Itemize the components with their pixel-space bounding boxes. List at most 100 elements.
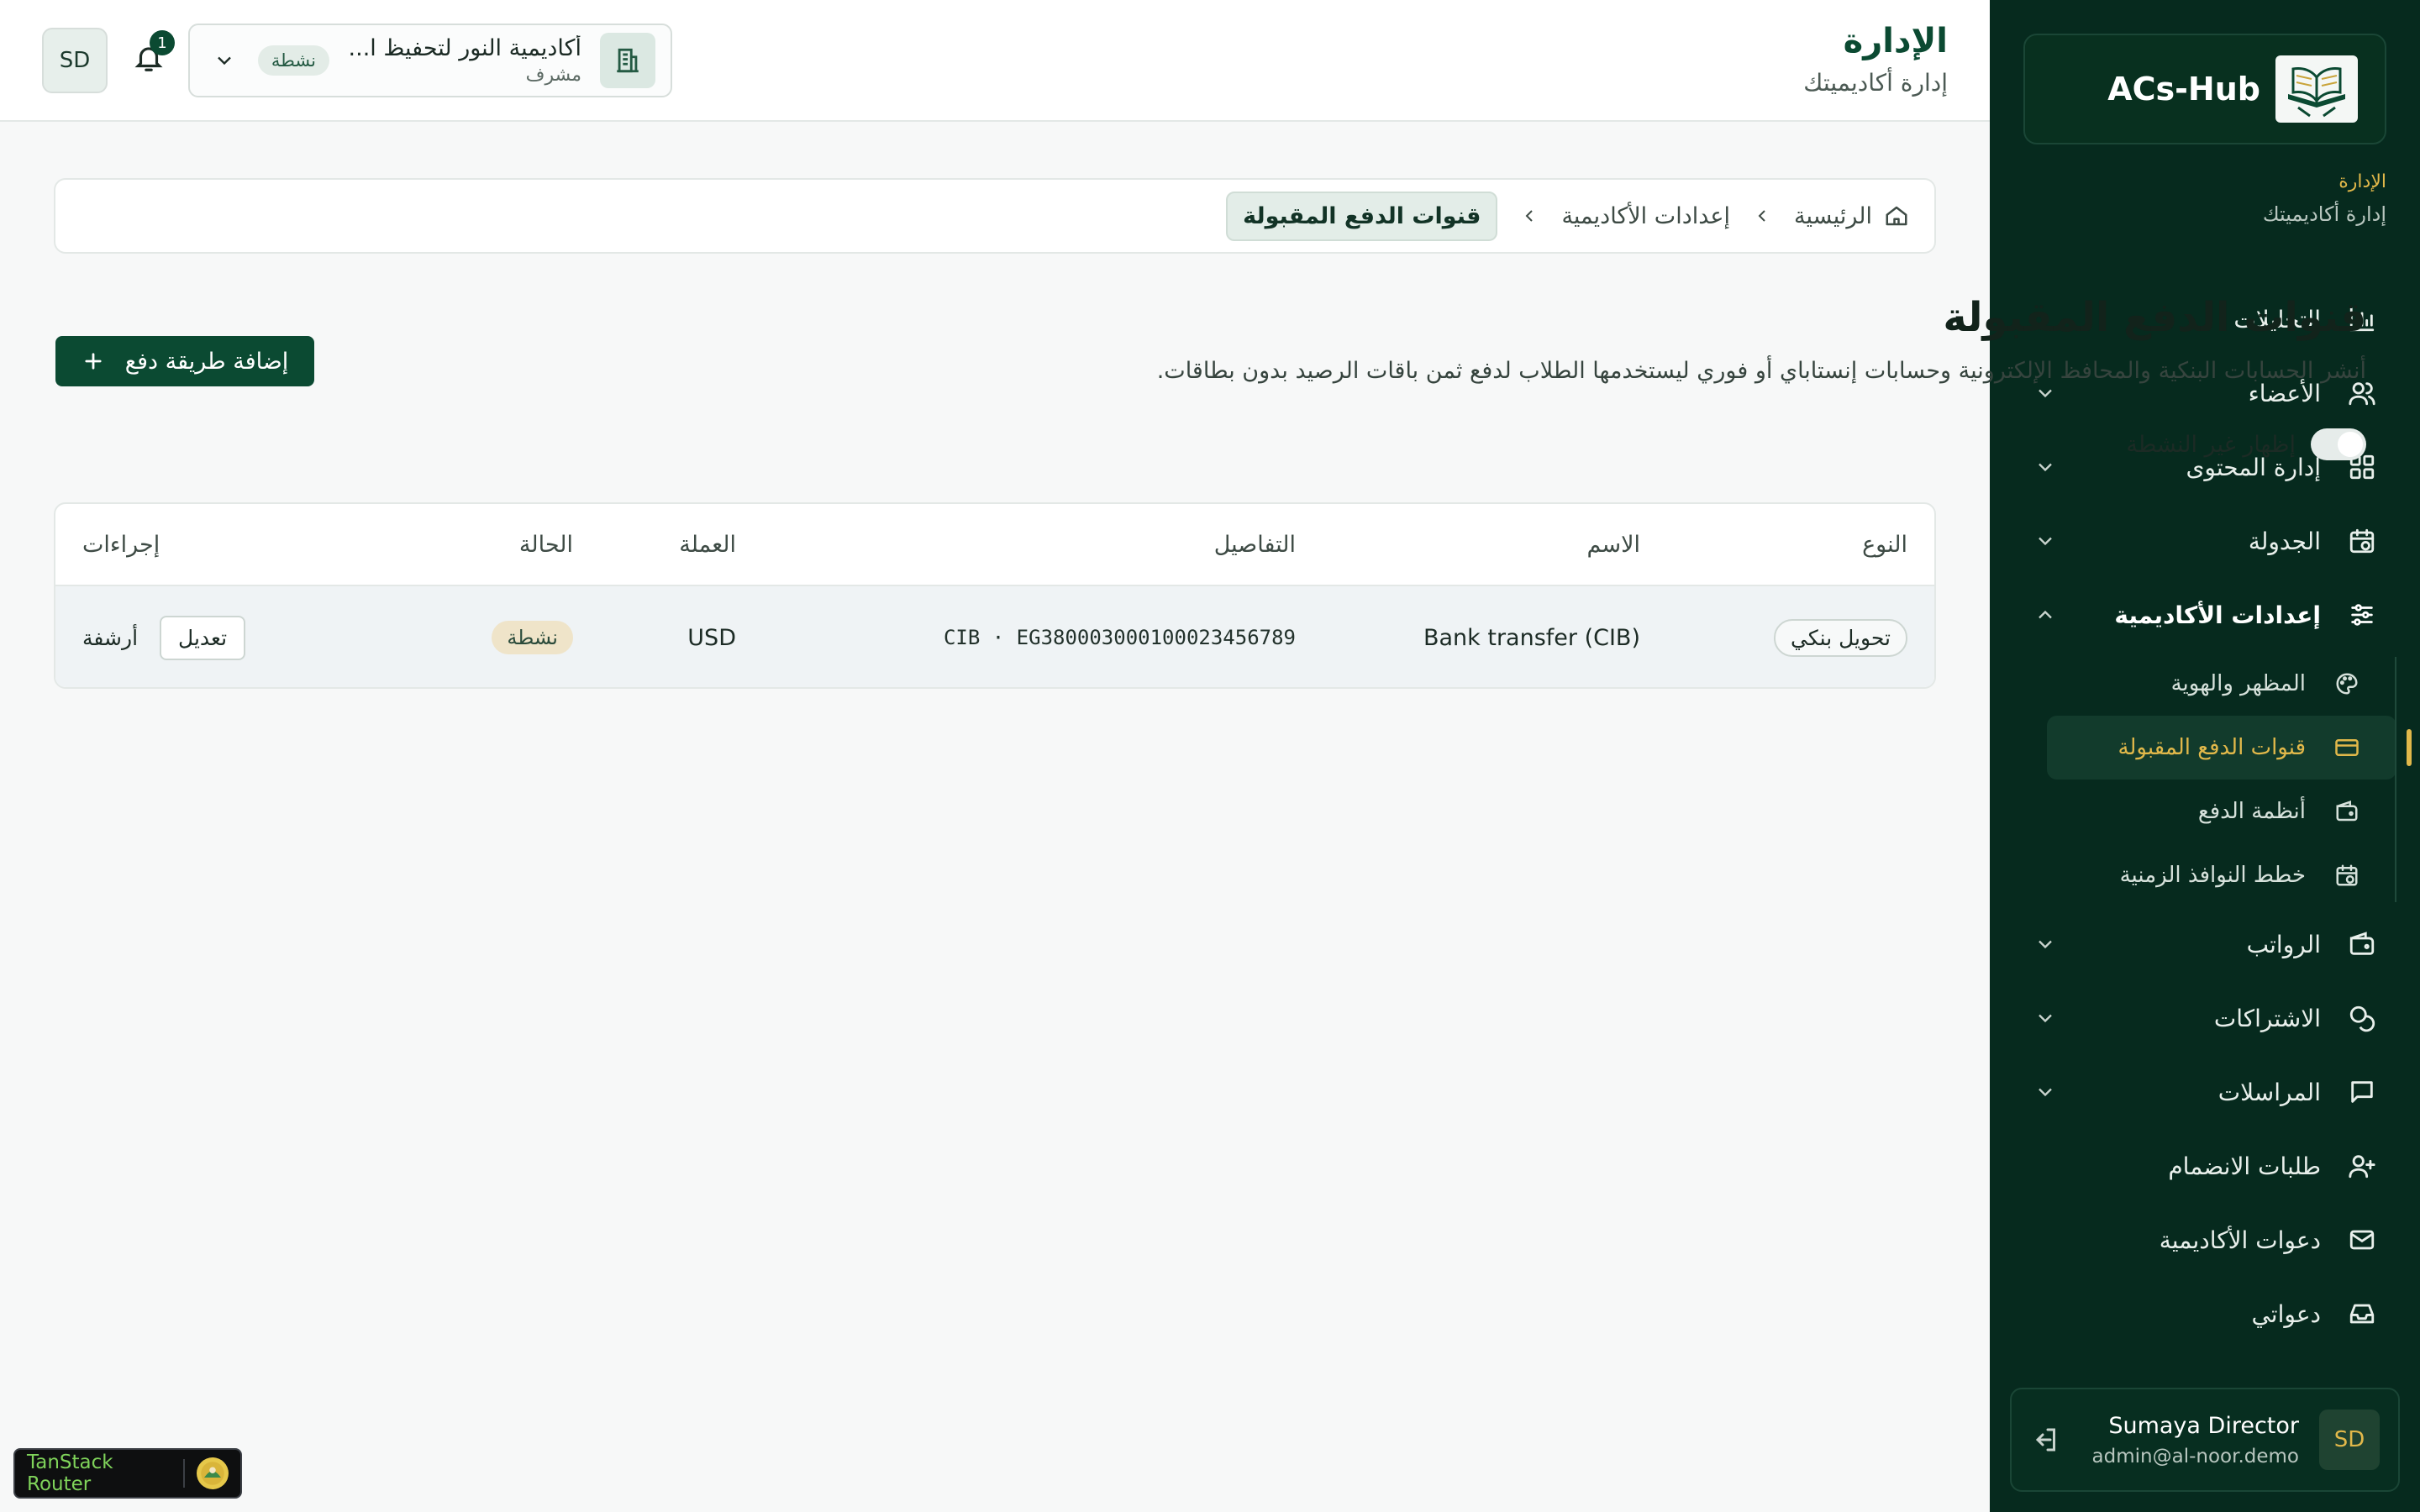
row-currency-cell: USD (687, 624, 736, 651)
palette-icon (2334, 671, 2360, 696)
add-payment-method-button[interactable]: إضافة طريقة دفع (55, 336, 314, 386)
chevron-down-icon (2033, 455, 2057, 479)
header-title: الإدارة (1843, 22, 1948, 60)
academy-name: أكاديمية النور لتحفيظ ا... (348, 35, 581, 61)
column-header-currency: العملة (679, 531, 736, 558)
sidebar-item-label: طلبات الانضمام (2168, 1152, 2321, 1180)
account-details: CIB · EG380003000100023456789 (943, 626, 1296, 649)
column-header-actions: إجراءات (82, 531, 160, 558)
row-status-cell: نشطة (492, 586, 573, 687)
sidebar-subitem-label: المظهر والهوية (2170, 671, 2306, 696)
chevron-down-icon (2033, 381, 2057, 405)
row-name-cell: Bank transfer (CIB) (1423, 624, 1640, 651)
row-details-cell: CIB · EG380003000100023456789 (943, 586, 1296, 687)
sidebar-context-subtitle: إدارة أكاديميتك (2262, 202, 2386, 226)
sidebar-item-label: الجدولة (2248, 527, 2321, 555)
chevron-down-icon (2033, 1006, 2057, 1030)
chevron-down-icon (2033, 1080, 2057, 1104)
sidebar-item-academy-invitations[interactable]: دعوات الأكاديمية (2013, 1203, 2396, 1277)
message-icon (2348, 1078, 2376, 1106)
tanstack-logo-icon (197, 1457, 229, 1489)
row-actions-cell: تعديل أرشفة (82, 586, 246, 687)
building-icon (600, 33, 655, 88)
sidebar-item-my-invitations[interactable]: دعواتي (2013, 1277, 2396, 1351)
academy-switcher[interactable]: أكاديمية النور لتحفيظ ا... مشرف نشطة (188, 24, 672, 97)
quran-logo-icon (2275, 55, 2358, 123)
table-header: النوع الاسم التفاصيل العملة الحالة إجراء… (55, 504, 1934, 586)
brand-name: ACs-Hub (2107, 71, 2260, 108)
breadcrumb-current: قنوات الدفع المقبولة (1226, 191, 1498, 241)
breadcrumb-section[interactable]: إعدادات الأكاديمية (1561, 203, 1730, 229)
chevron-down-icon (2033, 932, 2057, 956)
sidebar-item-subscriptions[interactable]: الاشتراكات (2013, 981, 2396, 1055)
breadcrumb-home[interactable]: الرئيسية (1794, 203, 1909, 229)
sidebar-item-join-requests[interactable]: طلبات الانضمام (2013, 1129, 2396, 1203)
logout-icon[interactable] (2030, 1425, 2060, 1455)
chevron-left-icon (1752, 206, 1772, 226)
user-plus-icon (2348, 1152, 2376, 1180)
type-badge: تحويل بنكي (1774, 618, 1907, 657)
edit-button[interactable]: تعديل (160, 615, 246, 660)
sidebar-subitem-payment-systems[interactable]: أنظمة الدفع (2047, 780, 2396, 843)
sidebar-item-label: المراسلات (2217, 1078, 2321, 1106)
page-title: قنوات الدفع المقبولة (1943, 294, 2366, 341)
academy-role: مشرف (525, 65, 581, 86)
column-header-status: الحالة (518, 531, 573, 558)
tanstack-devtools-button[interactable]: TanStack Router (13, 1448, 242, 1499)
sidebar-context: الإدارة إدارة أكاديميتك (2263, 171, 2386, 226)
status-badge: نشطة (492, 621, 573, 654)
sidebar-item-academy-settings[interactable]: إعدادات الأكاديمية (2013, 578, 2396, 652)
add-payment-method-label: إضافة طريقة دفع (124, 348, 289, 375)
row-type-cell: تحويل بنكي (1774, 586, 1907, 687)
credit-card-icon (2334, 735, 2360, 760)
sidebar-item-scheduling[interactable]: الجدولة (2013, 504, 2396, 578)
brand-card[interactable]: ACs-Hub (2023, 34, 2386, 144)
column-header-type: النوع (1862, 531, 1907, 558)
user-email: admin@al-noor.demo (2091, 1445, 2299, 1467)
user-name: Sumaya Director (2108, 1412, 2299, 1439)
sidebar-subitem-label: قنوات الدفع المقبولة (2118, 735, 2306, 760)
calendar-clock-icon (2334, 863, 2360, 888)
wallet-icon (2348, 930, 2376, 958)
sidebar: ACs-Hub الإدارة إدارة أكاديميتك التحليلا… (1990, 0, 2420, 1512)
academy-status-badge: نشطة (257, 45, 329, 76)
table-row: تحويل بنكي Bank transfer (CIB) CIB · EG3… (55, 586, 1934, 687)
column-header-name: الاسم (1586, 531, 1641, 558)
show-inactive-toggle[interactable] (2311, 428, 2366, 460)
user-info: Sumaya Director admin@al-noor.demo (2060, 1413, 2299, 1467)
header-titles: الإدارة إدارة أكاديميتك (1803, 22, 1948, 97)
sidebar-item-label: دعواتي (2251, 1299, 2321, 1328)
payment-channels-table: النوع الاسم التفاصيل العملة الحالة إجراء… (54, 502, 1936, 689)
sidebar-item-label: دعوات الأكاديمية (2159, 1226, 2321, 1254)
show-inactive-row: إظهار غير النشطة (2126, 428, 2366, 460)
notification-count-badge: 1 (150, 30, 175, 55)
user-avatar: SD (2319, 1410, 2380, 1470)
chevron-down-icon (2033, 529, 2057, 553)
show-inactive-label: إظهار غير النشطة (2126, 431, 2296, 458)
archive-button[interactable]: أرشفة (82, 626, 138, 650)
sidebar-item-salaries[interactable]: الرواتب (2013, 907, 2396, 981)
plus-icon (82, 349, 105, 373)
sidebar-item-label: الرواتب (2246, 930, 2321, 958)
user-card[interactable]: SD Sumaya Director admin@al-noor.demo (2010, 1388, 2400, 1492)
top-header: الإدارة إدارة أكاديميتك أكاديمية النور ل… (0, 0, 1990, 122)
sidebar-context-title: الإدارة (2338, 171, 2386, 192)
inbox-icon (2348, 1299, 2376, 1328)
sidebar-subitem-label: أنظمة الدفع (2197, 799, 2306, 824)
coins-icon (2348, 1004, 2376, 1032)
column-header-details: التفاصيل (1213, 531, 1296, 558)
page-description: أنشر الحسابات البنكية والمحافظ الإلكترون… (1156, 358, 2366, 384)
breadcrumb-home-label: الرئيسية (1794, 202, 1872, 229)
calendar-clock-icon (2348, 527, 2376, 555)
academy-settings-subnav: المظهر والهوية قنوات الدفع المقبولة أنظم… (2013, 652, 2412, 907)
breadcrumb: الرئيسية إعدادات الأكاديمية قنوات الدفع … (54, 178, 1936, 254)
sliders-icon (2348, 601, 2376, 629)
sidebar-item-messaging[interactable]: المراسلات (2013, 1055, 2396, 1129)
sidebar-subitem-appearance[interactable]: المظهر والهوية (2047, 652, 2396, 716)
divider (183, 1459, 185, 1488)
chevron-up-icon (2033, 603, 2057, 627)
header-avatar[interactable]: SD (42, 28, 108, 93)
sidebar-subitem-label: خطط النوافذ الزمنية (2119, 863, 2306, 888)
sidebar-subitem-time-window-plans[interactable]: خطط النوافذ الزمنية (2047, 843, 2396, 907)
sidebar-subitem-payment-channels[interactable]: قنوات الدفع المقبولة (2047, 716, 2412, 780)
